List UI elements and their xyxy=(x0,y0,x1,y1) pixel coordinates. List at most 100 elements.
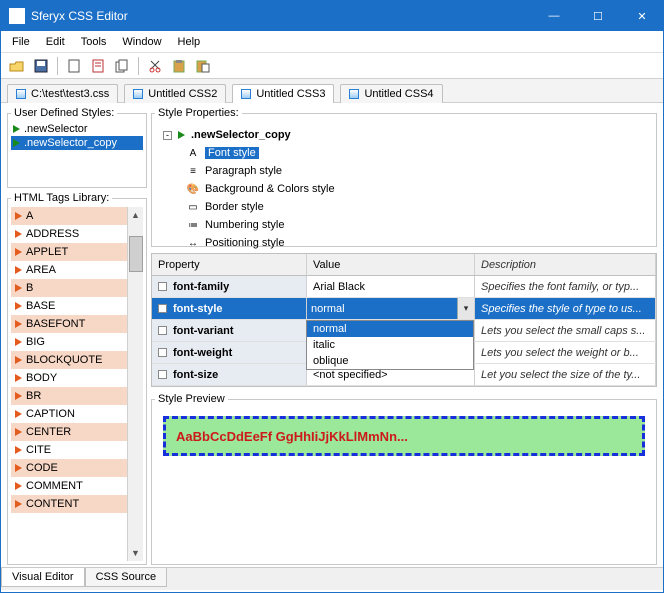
dropdown-option[interactable]: italic xyxy=(307,337,473,353)
tag-item[interactable]: AREA xyxy=(11,261,143,279)
css-file-icon xyxy=(16,89,26,99)
expand-icon[interactable] xyxy=(158,326,167,335)
position-icon: ↔ xyxy=(187,237,199,249)
scroll-down-icon[interactable]: ▼ xyxy=(128,545,143,561)
grid-row-font-family[interactable]: font-family Arial Black Specifies the fo… xyxy=(152,276,656,298)
triangle-icon xyxy=(15,302,22,310)
tab-file-3[interactable]: Untitled CSS4 xyxy=(340,84,442,103)
tab-visual-editor[interactable]: Visual Editor xyxy=(1,568,85,587)
tree-item-numbering-style[interactable]: ≔Numbering style xyxy=(159,216,649,234)
preview-legend: Style Preview xyxy=(155,393,228,405)
list-icon: ≔ xyxy=(187,219,199,231)
triangle-icon xyxy=(15,374,22,382)
tag-item[interactable]: CODE xyxy=(11,459,143,477)
css-file-icon xyxy=(241,89,251,99)
uds-item-selected[interactable]: .newSelector_copy xyxy=(11,136,143,150)
tree-item-positioning-style[interactable]: ↔Positioning style xyxy=(159,234,649,252)
minimize-button[interactable]: ― xyxy=(541,10,567,23)
tag-item[interactable]: BIG xyxy=(11,333,143,351)
triangle-icon xyxy=(15,356,22,364)
tag-item[interactable]: A xyxy=(11,207,143,225)
dropdown-option[interactable]: oblique xyxy=(307,353,473,369)
tag-item[interactable]: BR xyxy=(11,387,143,405)
tree-item-border-style[interactable]: ▭Border style xyxy=(159,198,649,216)
tab-css-source[interactable]: CSS Source xyxy=(85,568,168,587)
expand-icon[interactable] xyxy=(158,282,167,291)
grid-header-property[interactable]: Property xyxy=(152,254,307,275)
tree-item-font-style[interactable]: AFont style xyxy=(159,144,649,162)
close-button[interactable]: ✕ xyxy=(629,10,655,23)
triangle-icon xyxy=(15,338,22,346)
paste-icon[interactable] xyxy=(193,56,213,76)
font-style-dropdown[interactable]: normal italic oblique xyxy=(306,320,474,370)
maximize-button[interactable]: ☐ xyxy=(585,10,611,23)
tag-item[interactable]: BLOCKQUOTE xyxy=(11,351,143,369)
grid-row-font-style[interactable]: font-style ▾ Specifies the style of type… xyxy=(152,298,656,320)
document-icon[interactable] xyxy=(88,56,108,76)
play-icon xyxy=(178,131,185,139)
open-icon[interactable] xyxy=(7,56,27,76)
uds-item[interactable]: .newSelector xyxy=(11,122,143,136)
triangle-icon xyxy=(15,428,22,436)
paragraph-icon: ≡ xyxy=(187,165,199,177)
bottom-tabbar: Visual Editor CSS Source xyxy=(1,567,663,590)
triangle-icon xyxy=(15,230,22,238)
taglib-scrollbar[interactable]: ▲ ▼ xyxy=(127,207,143,561)
tag-item[interactable]: COMMENT xyxy=(11,477,143,495)
tag-item[interactable]: B xyxy=(11,279,143,297)
font-style-input[interactable] xyxy=(307,298,457,319)
scroll-up-icon[interactable]: ▲ xyxy=(128,207,143,223)
file-tabbar: C:\test\test3.css Untitled CSS2 Untitled… xyxy=(1,79,663,103)
expand-icon[interactable] xyxy=(158,348,167,357)
tag-item[interactable]: ADDRESS xyxy=(11,225,143,243)
triangle-icon xyxy=(15,320,22,328)
font-style-combobox[interactable]: ▾ xyxy=(307,298,474,319)
triangle-icon xyxy=(15,482,22,490)
collapse-icon[interactable]: - xyxy=(163,131,172,140)
tab-file-1[interactable]: Untitled CSS2 xyxy=(124,84,226,103)
triangle-icon xyxy=(15,266,22,274)
triangle-icon xyxy=(15,212,22,220)
menu-edit[interactable]: Edit xyxy=(39,34,72,50)
tag-item[interactable]: CAPTION xyxy=(11,405,143,423)
grid-header-value[interactable]: Value xyxy=(307,254,475,275)
menu-tools[interactable]: Tools xyxy=(74,34,114,50)
tag-item[interactable]: BASEFONT xyxy=(11,315,143,333)
menu-help[interactable]: Help xyxy=(171,34,208,50)
tree-item-paragraph-style[interactable]: ≡Paragraph style xyxy=(159,162,649,180)
cut-icon[interactable] xyxy=(145,56,165,76)
tag-item[interactable]: APPLET xyxy=(11,243,143,261)
menu-window[interactable]: Window xyxy=(115,34,168,50)
tag-item[interactable]: CITE xyxy=(11,441,143,459)
style-preview-panel: Style Preview AaBbCcDdEeFf GgHhIiJjKkLlM… xyxy=(151,393,657,565)
tag-item[interactable]: BODY xyxy=(11,369,143,387)
tree-item-background-style[interactable]: 🎨Background & Colors style xyxy=(159,180,649,198)
copy-icon[interactable] xyxy=(112,56,132,76)
dropdown-option[interactable]: normal xyxy=(307,321,473,337)
taglib-legend: HTML Tags Library: xyxy=(11,192,112,204)
new-icon[interactable] xyxy=(64,56,84,76)
preview-box: AaBbCcDdEeFf GgHhIiJjKkLlMmNn... xyxy=(163,416,645,456)
border-icon: ▭ xyxy=(187,201,199,213)
tag-item[interactable]: CONTENT xyxy=(11,495,143,513)
tag-item[interactable]: CENTER xyxy=(11,423,143,441)
menu-file[interactable]: File xyxy=(5,34,37,50)
triangle-icon xyxy=(15,284,22,292)
tag-item[interactable]: BASE xyxy=(11,297,143,315)
expand-icon[interactable] xyxy=(158,304,167,313)
scroll-thumb[interactable] xyxy=(129,236,143,272)
save-icon[interactable] xyxy=(31,56,51,76)
tab-file-2[interactable]: Untitled CSS3 xyxy=(232,84,334,103)
styleprops-legend: Style Properties: xyxy=(155,107,242,119)
html-tags-library-panel: HTML Tags Library: AADDRESSAPPLETAREABBA… xyxy=(7,192,147,565)
chevron-down-icon[interactable]: ▾ xyxy=(457,298,474,319)
clipboard-icon[interactable] xyxy=(169,56,189,76)
menubar: File Edit Tools Window Help xyxy=(1,31,663,53)
triangle-icon xyxy=(15,392,22,400)
grid-header-description[interactable]: Description xyxy=(475,254,656,275)
expand-icon[interactable] xyxy=(158,370,167,379)
css-file-icon xyxy=(133,89,143,99)
tree-root[interactable]: - .newSelector_copy xyxy=(159,126,649,144)
toolbar xyxy=(1,53,663,79)
tab-file-0[interactable]: C:\test\test3.css xyxy=(7,84,118,103)
